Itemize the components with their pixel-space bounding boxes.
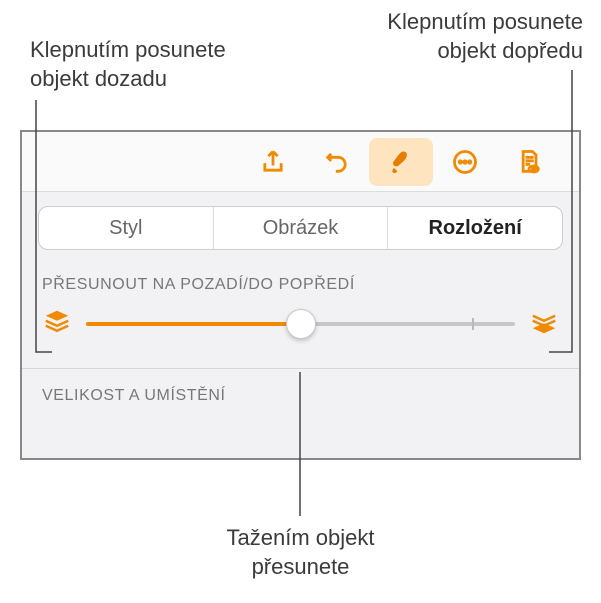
tab-label: Styl — [109, 217, 142, 240]
tab-image[interactable]: Obrázek — [213, 207, 388, 249]
slider-tick — [472, 318, 474, 330]
layers-front-icon — [529, 307, 559, 337]
section-size-position-label: VELIKOST A UMÍSTĚNÍ — [42, 387, 559, 405]
callout-text: objekt dozadu — [30, 66, 167, 91]
slider-track-fill — [86, 322, 301, 326]
tab-label: Rozložení — [429, 217, 522, 240]
callout-text: objekt dopředu — [437, 38, 583, 63]
more-icon — [451, 148, 479, 176]
segmented-tabs: Styl Obrázek Rozložení — [38, 206, 563, 250]
format-panel: Styl Obrázek Rozložení PŘESUNOUT NA POZA… — [20, 130, 581, 460]
tab-layout[interactable]: Rozložení — [387, 207, 562, 249]
callout-text: přesunete — [252, 554, 350, 579]
document-button[interactable] — [497, 138, 561, 186]
layer-slider-row — [42, 304, 559, 344]
layer-slider[interactable] — [86, 304, 515, 344]
more-button[interactable] — [433, 138, 497, 186]
undo-icon — [323, 148, 351, 176]
tab-style[interactable]: Styl — [39, 207, 213, 249]
slider-thumb[interactable] — [286, 309, 316, 339]
move-front-button[interactable] — [529, 307, 559, 342]
move-back-button[interactable] — [42, 307, 72, 342]
section-back-front-label: PŘESUNOUT NA POZADÍ/DO POPŘEDÍ — [42, 276, 559, 294]
document-eye-icon — [515, 148, 543, 176]
share-icon — [259, 148, 287, 176]
toolbar — [22, 132, 579, 192]
callout-text: Klepnutím posunete — [30, 37, 226, 62]
tab-label: Obrázek — [263, 217, 339, 240]
undo-button[interactable] — [305, 138, 369, 186]
format-button[interactable] — [369, 138, 433, 186]
layers-back-icon — [42, 307, 72, 337]
callout-drag: Tažením objekt přesunete — [0, 524, 601, 581]
callout-move-front: Klepnutím posunete objekt dopředu — [387, 8, 583, 65]
share-button[interactable] — [241, 138, 305, 186]
callout-move-back: Klepnutím posunete objekt dozadu — [30, 36, 226, 93]
callout-text: Tažením objekt — [227, 525, 375, 550]
callout-text: Klepnutím posunete — [387, 9, 583, 34]
paintbrush-icon — [387, 148, 415, 176]
